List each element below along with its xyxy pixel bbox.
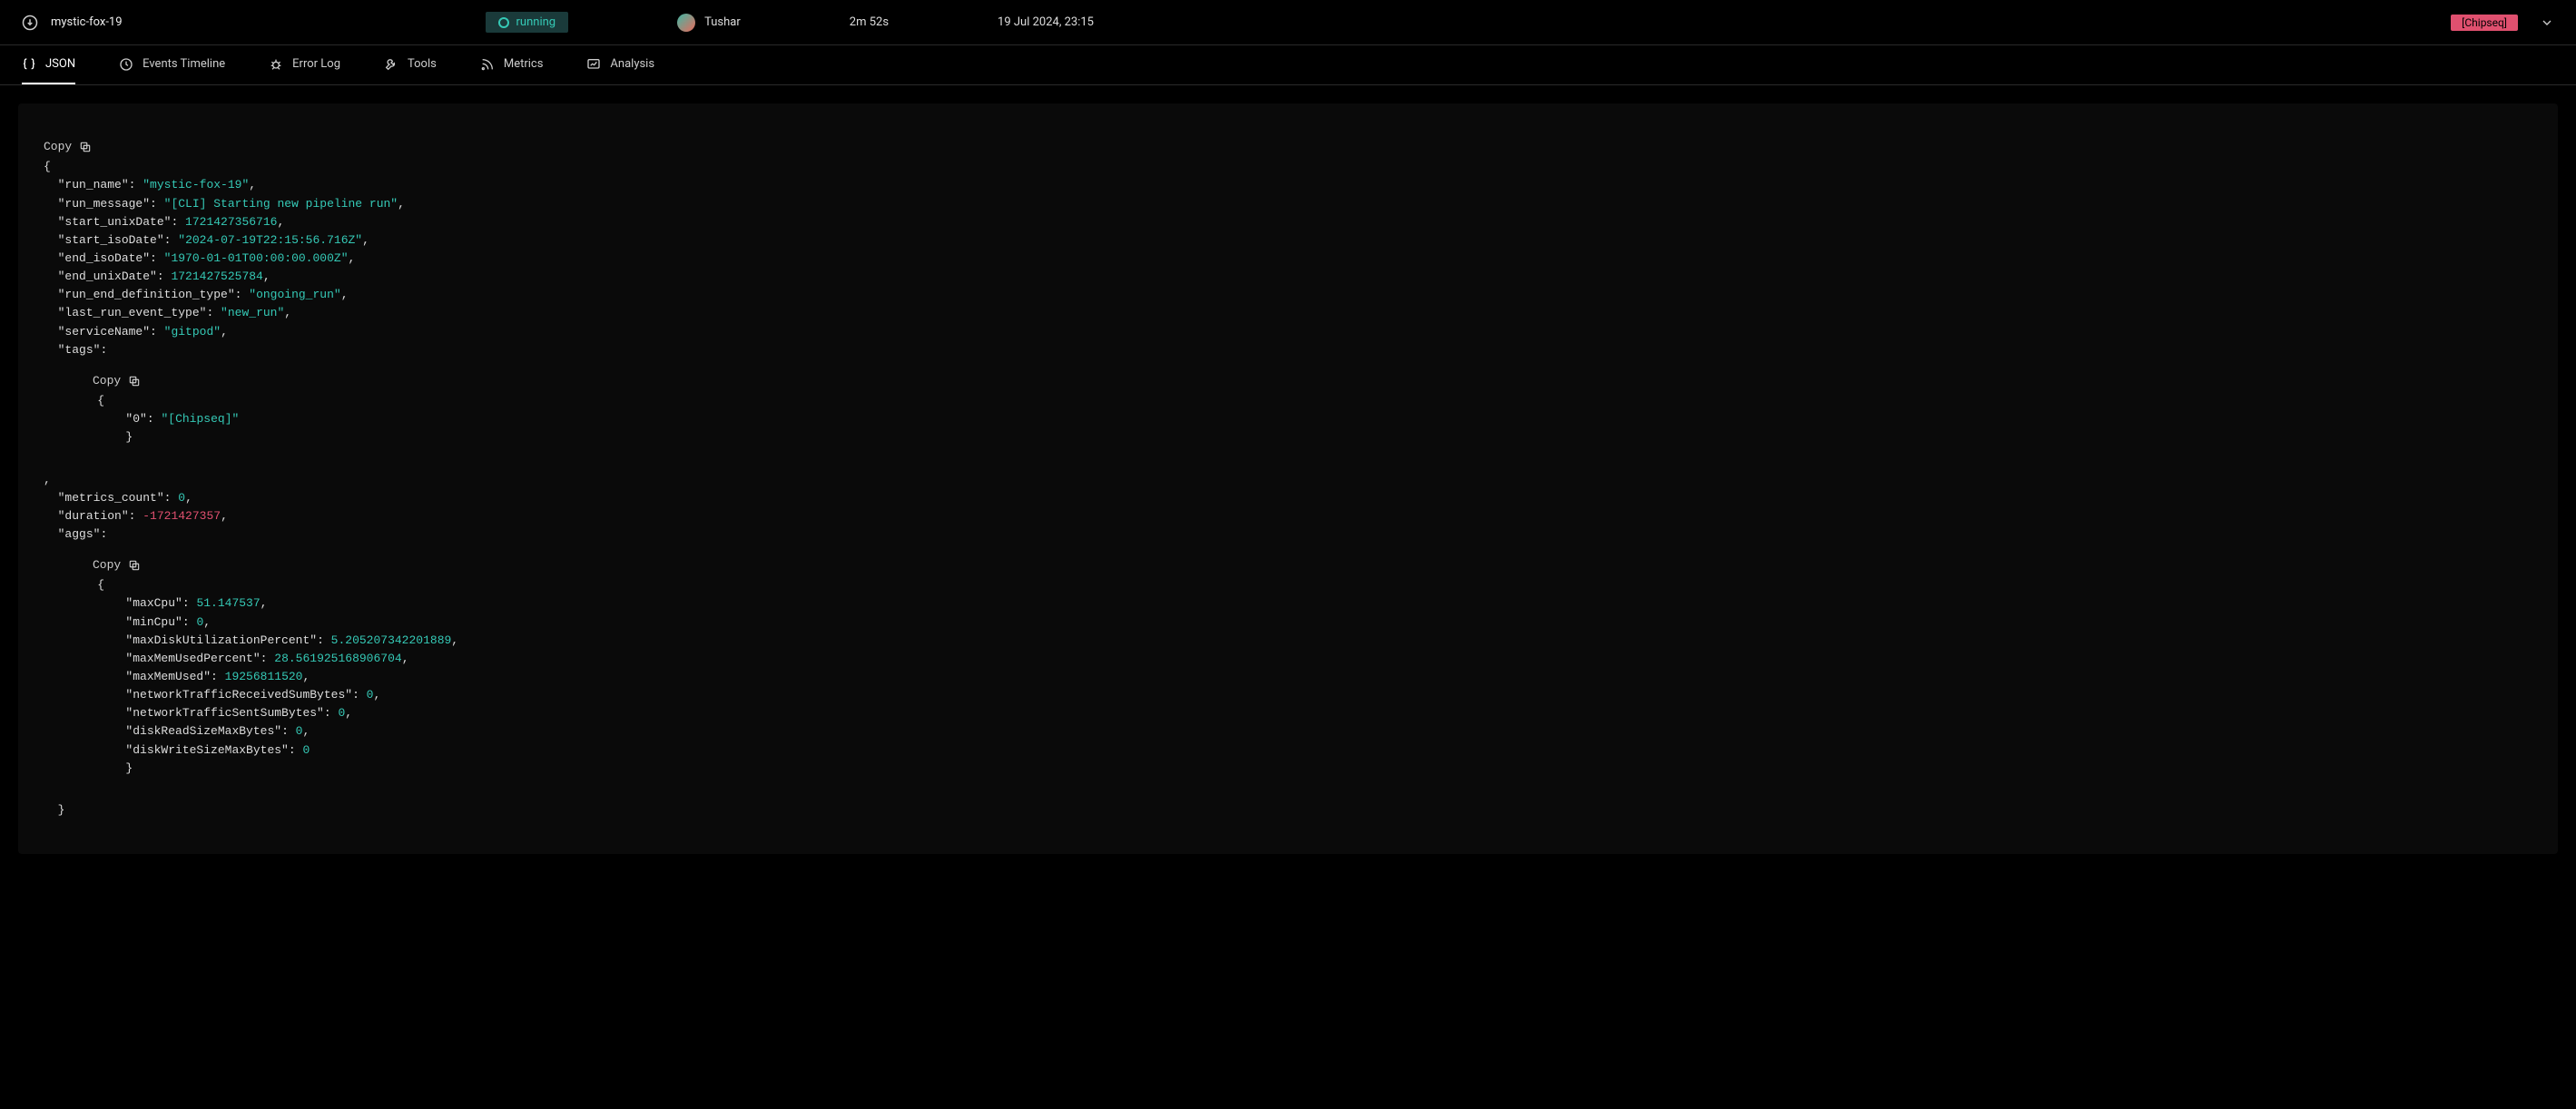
tab-label: Metrics <box>504 57 544 71</box>
bug-icon <box>269 57 283 72</box>
json-value: "gitpod" <box>164 325 221 339</box>
tab-tools[interactable]: Tools <box>384 45 437 84</box>
tab-analysis[interactable]: Analysis <box>586 45 654 84</box>
json-value: 5.205207342201889 <box>331 633 452 647</box>
copy-icon <box>128 559 141 572</box>
copy-icon <box>128 375 141 388</box>
json-value: "2024-07-19T22:15:56.716Z" <box>178 233 362 247</box>
tag-pill[interactable]: [Chipseq] <box>2451 15 2518 31</box>
copy-button[interactable]: Copy <box>93 556 141 574</box>
json-value: 51.147537 <box>196 596 260 610</box>
status-pill: running <box>486 12 569 33</box>
nested-json-tags: Copy { "0": "[Chipseq]" } <box>69 372 2532 447</box>
brace-open: { <box>44 160 51 173</box>
tab-label: Analysis <box>610 57 654 71</box>
tab-label: Tools <box>408 57 437 71</box>
tab-json[interactable]: JSON <box>22 45 75 84</box>
header-bar: mystic-fox-19 running Tushar 2m 52s 19 J… <box>0 0 2576 45</box>
copy-button[interactable]: Copy <box>44 138 92 156</box>
copy-button[interactable]: Copy <box>93 372 141 390</box>
json-value: "[CLI] Starting new pipeline run" <box>164 197 398 211</box>
avatar <box>677 14 695 32</box>
copy-icon <box>79 141 92 153</box>
json-value: "mystic-fox-19" <box>143 178 249 191</box>
status-label: running <box>516 15 556 29</box>
json-panel: Copy { "run_name": "mystic-fox-19", "run… <box>18 103 2558 854</box>
status-dot-icon <box>498 17 509 28</box>
nested-json-aggs: Copy { "maxCpu": 51.147537, "minCpu": 0,… <box>69 556 2532 778</box>
json-value: 1721427525784 <box>171 270 262 283</box>
json-value: 19256811520 <box>225 670 303 683</box>
json-value: "[Chipseq]" <box>161 412 239 426</box>
header-right: [Chipseq] <box>2451 15 2554 31</box>
copy-label: Copy <box>93 372 121 390</box>
json-value: 28.561925168906704 <box>274 652 401 665</box>
json-value: 0 <box>302 743 310 757</box>
json-value: -1721427357 <box>143 509 221 523</box>
json-value: "1970-01-01T00:00:00.000Z" <box>164 251 349 265</box>
header-left: mystic-fox-19 <box>22 15 123 31</box>
user-block: Tushar <box>677 14 741 32</box>
tab-events-timeline[interactable]: Events Timeline <box>119 45 225 84</box>
tab-error-log[interactable]: Error Log <box>269 45 340 84</box>
copy-label: Copy <box>93 556 121 574</box>
download-icon[interactable] <box>22 15 38 31</box>
tab-label: JSON <box>45 57 75 71</box>
tab-metrics[interactable]: Metrics <box>480 45 544 84</box>
braces-icon <box>22 57 36 72</box>
run-name: mystic-fox-19 <box>51 15 123 29</box>
tab-label: Error Log <box>292 57 340 71</box>
header-mid: running Tushar 2m 52s 19 Jul 2024, 23:15 <box>486 12 2452 33</box>
json-value: 1721427356716 <box>185 215 277 229</box>
tabs-bar: JSON Events Timeline Error Log Tools Met… <box>0 45 2576 85</box>
duration: 2m 52s <box>850 15 889 29</box>
timestamp: 19 Jul 2024, 23:15 <box>998 15 1094 29</box>
json-value: "ongoing_run" <box>249 288 340 301</box>
clock-icon <box>119 57 133 72</box>
json-value: "new_run" <box>221 306 284 319</box>
json-value: 0 <box>178 491 185 505</box>
chevron-down-icon[interactable] <box>2540 15 2554 30</box>
user-name: Tushar <box>704 15 741 29</box>
copy-label: Copy <box>44 138 72 156</box>
wrench-icon <box>384 57 398 72</box>
tab-label: Events Timeline <box>143 57 225 71</box>
rss-icon <box>480 57 495 72</box>
chart-icon <box>586 57 601 72</box>
main-content: Copy { "run_name": "mystic-fox-19", "run… <box>0 85 2576 872</box>
